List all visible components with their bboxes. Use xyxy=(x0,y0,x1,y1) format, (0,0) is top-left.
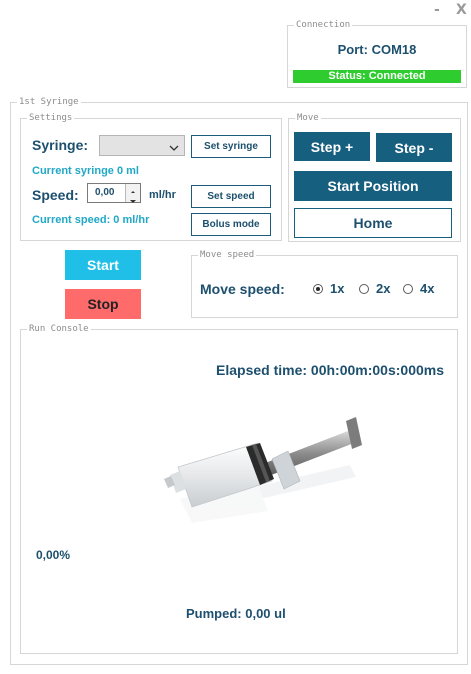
current-speed-text: Current speed: 0 ml/hr xyxy=(32,214,150,226)
syringe-panel-legend: 1st Syringe xyxy=(19,97,79,107)
connection-status-badge: Status: Connected xyxy=(293,70,461,83)
home-button[interactable]: Home xyxy=(294,208,452,238)
start-position-button[interactable]: Start Position xyxy=(294,171,452,201)
caret-down-icon xyxy=(130,200,136,203)
speed-down-button[interactable] xyxy=(125,193,140,203)
set-speed-button[interactable]: Set speed xyxy=(191,185,271,208)
progress-percent-text: 0,00% xyxy=(36,548,71,562)
radio-circle-icon xyxy=(403,283,413,294)
move-speed-legend: Move speed xyxy=(200,250,255,260)
radio-label: 1x xyxy=(330,281,345,296)
close-button[interactable]: X xyxy=(456,2,467,18)
minimize-button[interactable]: - xyxy=(434,2,440,18)
stop-button[interactable]: Stop xyxy=(65,289,141,319)
speed-label: Speed: xyxy=(32,187,79,203)
step-minus-button[interactable]: Step - xyxy=(376,133,452,162)
set-syringe-button[interactable]: Set syringe xyxy=(191,135,271,158)
step-plus-button[interactable]: Step + xyxy=(294,132,370,161)
speed-value: 0,00 xyxy=(95,187,115,198)
chevron-down-icon xyxy=(169,140,179,158)
syringe-illustration xyxy=(164,417,362,523)
connection-legend: Connection xyxy=(296,20,351,30)
speed-stepper[interactable]: 0,00 xyxy=(87,183,141,203)
start-button[interactable]: Start xyxy=(65,250,141,280)
radio-circle-icon xyxy=(313,283,323,294)
port-label: Port: COM18 xyxy=(337,42,417,57)
radio-circle-icon xyxy=(359,283,369,294)
move-speed-radio-1x[interactable]: 1x xyxy=(313,281,344,296)
settings-legend: Settings xyxy=(29,113,73,123)
speed-unit-label: ml/hr xyxy=(149,189,176,201)
current-syringe-text: Current syringe 0 ml xyxy=(32,165,139,177)
move-speed-radio-4x[interactable]: 4x xyxy=(403,281,434,296)
radio-label: 2x xyxy=(376,281,391,296)
radio-label: 4x xyxy=(420,281,435,296)
move-legend: Move xyxy=(297,113,319,123)
elapsed-time-text: Elapsed time: 00h:00m:00s:000ms xyxy=(216,362,444,378)
run-console-legend: Run Console xyxy=(29,324,89,334)
move-speed-radio-2x[interactable]: 2x xyxy=(359,281,390,296)
syringe-label: Syringe: xyxy=(32,137,89,153)
pumped-text: Pumped: 0,00 ul xyxy=(186,606,286,621)
syringe-select[interactable] xyxy=(99,135,185,156)
bolus-mode-button[interactable]: Bolus mode xyxy=(191,213,271,236)
move-speed-label: Move speed: xyxy=(200,281,285,297)
